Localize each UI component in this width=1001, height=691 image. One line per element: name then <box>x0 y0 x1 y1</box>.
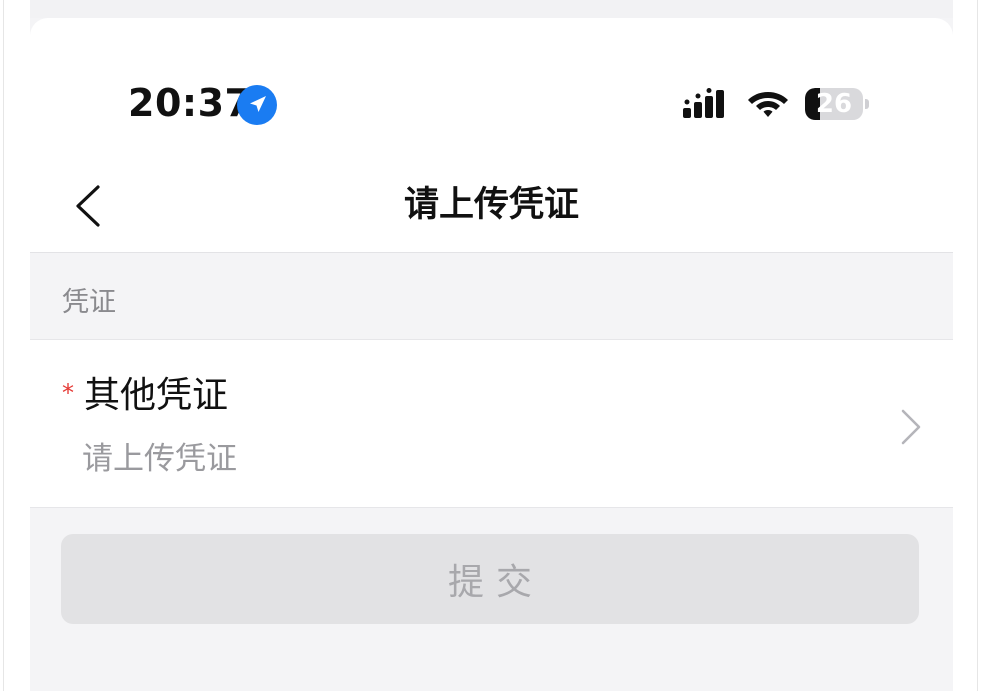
upload-row-title: 其他凭证 <box>84 375 229 416</box>
screenshot-frame: 20:37 26 请上传凭证 凭证 * 其他凭证 请上传凭证 提交 <box>0 0 1001 691</box>
header-divider <box>30 252 953 253</box>
phone-screen: 20:37 26 请上传凭证 凭证 * 其他凭证 请上传凭证 提交 <box>30 0 953 691</box>
wifi-icon <box>748 92 788 117</box>
chevron-right-icon <box>901 409 921 445</box>
frame-border-left <box>3 0 4 691</box>
section-label-voucher: 凭证 <box>62 287 116 318</box>
battery-level: 26 <box>815 89 853 119</box>
upload-row-subtitle: 请上传凭证 <box>82 441 237 477</box>
submit-button[interactable]: 提交 <box>61 534 919 624</box>
battery-body: 26 <box>805 88 863 120</box>
cellular-signal-icon <box>683 88 724 118</box>
page-title: 请上传凭证 <box>403 185 579 225</box>
previous-sheet-edge <box>30 0 953 18</box>
battery-cap <box>865 99 869 109</box>
battery-icon: 26 <box>805 88 869 120</box>
required-mark: * <box>62 379 74 407</box>
location-arrow-icon <box>237 85 277 125</box>
upload-voucher-row[interactable] <box>30 340 953 507</box>
frame-border-right <box>977 0 978 691</box>
status-time: 20:37 <box>128 81 252 125</box>
row-divider-bottom <box>30 507 953 508</box>
